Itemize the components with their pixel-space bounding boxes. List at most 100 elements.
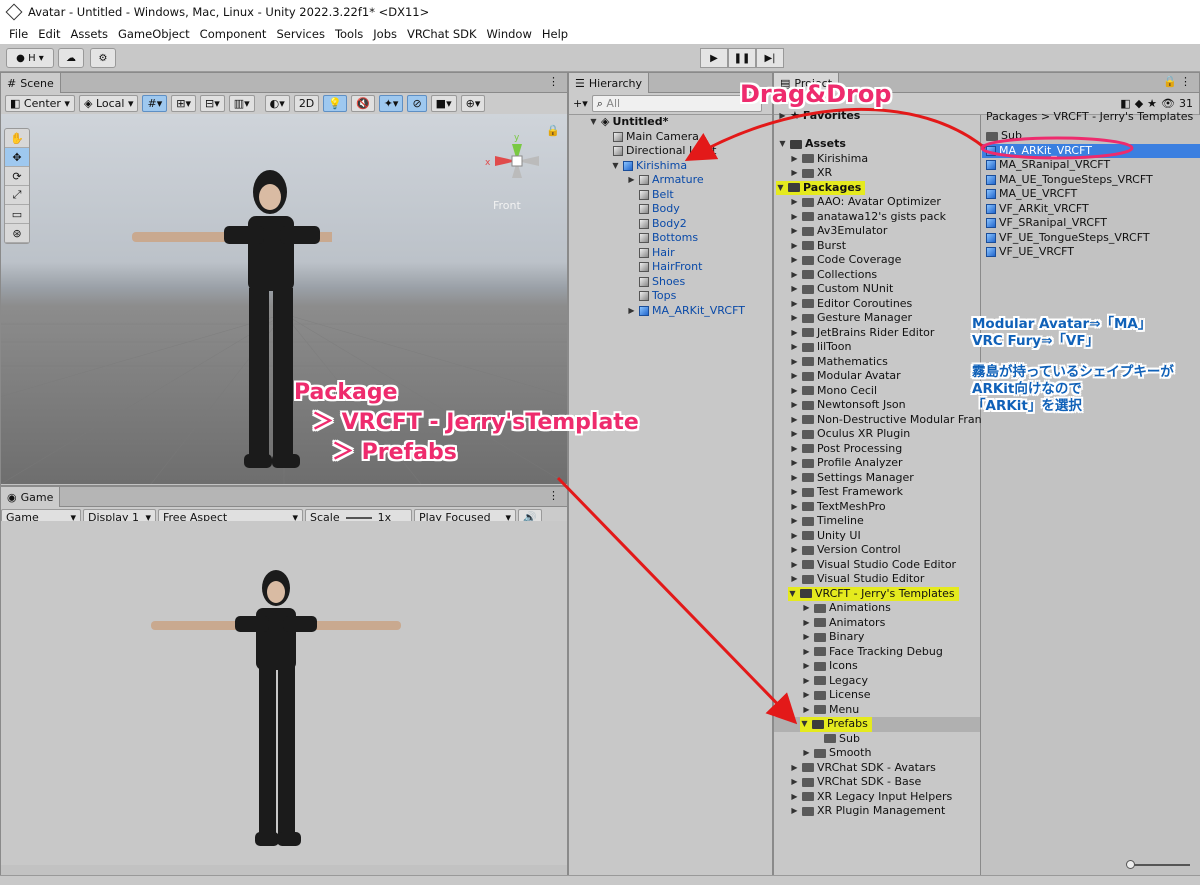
file-vf-sranipal[interactable]: VF_SRanipal_VRCFT bbox=[986, 216, 1107, 231]
package-folder[interactable]: ▶ Visual Studio Code Editor bbox=[790, 558, 956, 573]
hierarchy-item-main-camera[interactable]: Main Camera bbox=[613, 130, 699, 145]
package-folder[interactable]: ▶ Timeline bbox=[790, 514, 863, 529]
package-folder[interactable]: ▶ TextMeshPro bbox=[790, 500, 885, 515]
menu-jobs[interactable]: Jobs bbox=[368, 27, 402, 41]
menu-help[interactable]: Help bbox=[537, 27, 573, 41]
package-folder[interactable]: ▶ XR Legacy Input Helpers bbox=[790, 790, 952, 805]
package-folder[interactable]: ▶ AAO: Avatar Optimizer bbox=[790, 195, 940, 210]
file-ma-ue[interactable]: MA_UE_VRCFT bbox=[986, 187, 1077, 202]
file-ma-sranipal[interactable]: MA_SRanipal_VRCFT bbox=[986, 158, 1110, 173]
vrcft-folder[interactable]: ▶ Menu bbox=[802, 703, 859, 718]
increment-button[interactable]: ⊟ ▾ bbox=[199, 95, 225, 112]
file-vf-arkit[interactable]: VF_ARKit_VRCFT bbox=[986, 202, 1089, 217]
view-gizmo[interactable]: x y bbox=[477, 126, 547, 206]
package-folder[interactable]: ▶ anatawa12's gists pack bbox=[790, 210, 946, 225]
vrcft-folder[interactable]: ▶ Legacy bbox=[802, 674, 868, 689]
package-folder[interactable]: ▶ VRChat SDK - Base bbox=[790, 775, 921, 790]
eye-icon[interactable]: 👁 bbox=[1161, 97, 1175, 110]
hierarchy-item-ma-arkit[interactable]: ▶ MA_ARKit_VRCFT bbox=[627, 304, 745, 319]
package-folder[interactable]: ▶ Version Control bbox=[790, 543, 900, 558]
hierarchy-item-armature[interactable]: ▶ Armature bbox=[627, 173, 703, 188]
add-icon[interactable]: +▾ bbox=[573, 97, 588, 110]
package-folder[interactable]: ▶ Collections bbox=[790, 268, 877, 283]
game-viewport[interactable] bbox=[1, 521, 567, 865]
package-folder[interactable]: ▶ Settings Manager bbox=[790, 471, 913, 486]
scene-menu-icon[interactable]: ⋮ bbox=[548, 75, 559, 88]
vrcft-folder[interactable]: ▶ License bbox=[802, 688, 870, 703]
hierarchy-item-body2[interactable]: Body2 bbox=[639, 217, 687, 232]
rect-tool[interactable]: ▭ bbox=[5, 205, 29, 224]
file-sub-folder[interactable]: Sub bbox=[986, 129, 1022, 144]
menu-window[interactable]: Window bbox=[482, 27, 537, 41]
menu-services[interactable]: Services bbox=[271, 27, 330, 41]
file-vf-ue[interactable]: VF_UE_VRCFT bbox=[986, 245, 1074, 260]
menu-component[interactable]: Component bbox=[195, 27, 272, 41]
package-folder[interactable]: ▶ Code Coverage bbox=[790, 253, 901, 268]
account-button[interactable]: ● H ▾ bbox=[6, 48, 54, 68]
hierarchy-item-hairfront[interactable]: HairFront bbox=[639, 260, 702, 275]
file-ma-arkit-vrcft[interactable]: MA_ARKit_VRCFT bbox=[982, 143, 1200, 158]
package-folder[interactable]: ▶ Profile Analyzer bbox=[790, 456, 902, 471]
visibility-toggle[interactable]: ⊘ bbox=[407, 95, 427, 112]
packages-row[interactable]: ▼ Packages bbox=[776, 180, 866, 195]
package-folder[interactable]: ▶ VRChat SDK - Avatars bbox=[790, 761, 935, 776]
package-folder[interactable]: ▶ Mathematics bbox=[790, 355, 887, 370]
package-folder[interactable]: ▶ Test Framework bbox=[790, 485, 903, 500]
vrcft-folder[interactable]: ▶ Binary bbox=[802, 630, 864, 645]
package-folder[interactable]: ▶ Non-Destructive Modular Fran bbox=[790, 413, 981, 428]
vrcft-folder[interactable]: ▶ Animations bbox=[802, 601, 890, 616]
menu-edit[interactable]: Edit bbox=[33, 27, 65, 41]
package-folder[interactable]: ▶ Post Processing bbox=[790, 442, 902, 457]
filter-type-icon[interactable]: ◧ bbox=[1120, 97, 1130, 110]
folder-prefabs-sub[interactable]: Sub bbox=[824, 732, 860, 747]
package-folder[interactable]: ▶ Editor Coroutines bbox=[790, 297, 912, 312]
package-folder[interactable]: ▶ Modular Avatar bbox=[790, 369, 900, 384]
favorites-row[interactable]: ▶ ★ Favorites bbox=[778, 109, 860, 124]
camera-dropdown[interactable]: ■ ▾ bbox=[430, 95, 457, 112]
package-folder[interactable]: ▶ Av3Emulator bbox=[790, 224, 887, 239]
package-folder[interactable]: ▶ Oculus XR Plugin bbox=[790, 427, 910, 442]
game-menu-icon[interactable]: ⋮ bbox=[548, 489, 559, 502]
cloud-button[interactable]: ☁ bbox=[58, 48, 84, 68]
gizmos-dropdown[interactable]: ⊕ ▾ bbox=[460, 95, 486, 112]
pause-button[interactable]: ❚❚ bbox=[728, 48, 756, 68]
collab-button[interactable]: ⚙ bbox=[90, 48, 116, 68]
icon-size-thumb[interactable] bbox=[1126, 860, 1135, 869]
hierarchy-item-bottoms[interactable]: Bottoms bbox=[639, 231, 698, 246]
filter-label-icon[interactable]: ◆ bbox=[1135, 97, 1143, 110]
effects-toggle[interactable]: ✦ ▾ bbox=[378, 95, 404, 112]
play-button[interactable]: ▶ bbox=[700, 48, 728, 68]
vrcft-folder[interactable]: ▶ Animators bbox=[802, 616, 885, 631]
ruler-button[interactable]: ▥ ▾ bbox=[228, 95, 255, 112]
grid-snap-button[interactable]: # ▾ bbox=[142, 95, 168, 112]
package-folder[interactable]: ▶ Mono Cecil bbox=[790, 384, 877, 399]
2d-toggle[interactable]: 2D bbox=[293, 95, 320, 112]
folder-smooth[interactable]: ▶ Smooth bbox=[802, 746, 871, 761]
lighting-toggle[interactable]: 💡 bbox=[323, 95, 347, 112]
vrcft-folder[interactable]: ▶ Face Tracking Debug bbox=[802, 645, 942, 660]
hierarchy-item-body[interactable]: Body bbox=[639, 202, 680, 217]
hierarchy-item-shoes[interactable]: Shoes bbox=[639, 275, 685, 290]
folder-prefabs[interactable]: ▼ Prefabs bbox=[800, 717, 872, 732]
menu-gameobject[interactable]: GameObject bbox=[113, 27, 195, 41]
hierarchy-item-hair[interactable]: Hair bbox=[639, 246, 675, 261]
project-menu-icon[interactable]: ⋮ bbox=[1180, 75, 1191, 88]
hand-tool[interactable]: ✋ bbox=[5, 129, 29, 148]
snap-button[interactable]: ⊞ ▾ bbox=[171, 95, 196, 112]
hierarchy-item-directional-light[interactable]: Directional Light bbox=[613, 144, 716, 159]
menu-vrchat-sdk[interactable]: VRChat SDK bbox=[402, 27, 482, 41]
folder-xr[interactable]: ▶ XR bbox=[790, 166, 832, 181]
vrcft-folder[interactable]: ▶ Icons bbox=[802, 659, 857, 674]
package-folder[interactable]: ▶ Custom NUnit bbox=[790, 282, 893, 297]
package-folder[interactable]: ▶ JetBrains Rider Editor bbox=[790, 326, 934, 341]
hierarchy-item-belt[interactable]: Belt bbox=[639, 188, 674, 203]
assets-row[interactable]: ▼ Assets bbox=[778, 137, 845, 152]
tab-game[interactable]: ◉ Game bbox=[1, 487, 61, 507]
menu-assets[interactable]: Assets bbox=[66, 27, 113, 41]
package-folder[interactable]: ▶ Gesture Manager bbox=[790, 311, 912, 326]
file-ma-ue-tonguesteps[interactable]: MA_UE_TongueSteps_VRCFT bbox=[986, 173, 1153, 188]
package-folder[interactable]: ▶ Visual Studio Editor bbox=[790, 572, 924, 587]
scale-tool[interactable]: ⤢ bbox=[5, 186, 29, 205]
icon-size-slider[interactable] bbox=[1130, 864, 1190, 866]
folder-vrcft[interactable]: ▼ VRCFT - Jerry's Templates bbox=[788, 586, 959, 601]
